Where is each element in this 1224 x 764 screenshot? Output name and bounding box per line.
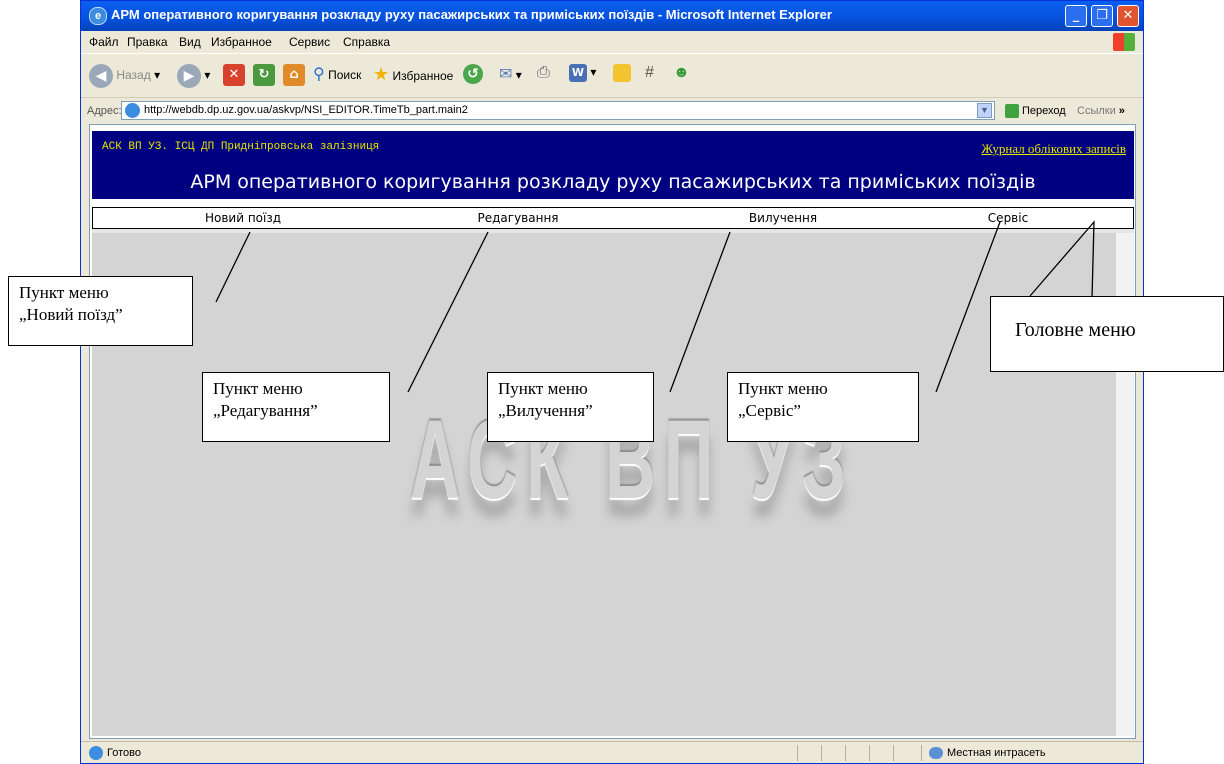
annotation-text: Пункт меню: [738, 379, 828, 398]
links-button[interactable]: Ссылки »: [1077, 105, 1125, 117]
hash-icon: #: [645, 64, 654, 81]
status-divider: [921, 745, 922, 761]
intranet-icon: [929, 747, 943, 760]
word-button[interactable]: W ▾: [569, 64, 596, 82]
zone-label: Местная интрасеть: [947, 747, 1046, 759]
annotation-new-train: Пункт меню „Новий поїзд”: [8, 276, 193, 346]
toolbar: ◀ Назад ▾ ▶ ▾ ✕ ↻ ⌂ ⚲ Поиск ★ Избранное …: [81, 53, 1143, 98]
links-label: Ссылки: [1077, 105, 1116, 117]
annotation-text: „Вилучення”: [498, 401, 593, 420]
back-button[interactable]: ◀ Назад ▾: [89, 64, 160, 88]
refresh-icon: ↻: [253, 64, 275, 86]
history-button[interactable]: ↺: [463, 64, 483, 84]
org-name: АСК ВП УЗ. ІСЦ ДП Придніпровська залізни…: [102, 141, 380, 153]
tool-button[interactable]: #: [645, 64, 654, 82]
window-title: АРМ оперативного коригування розкладу ру…: [111, 7, 832, 22]
status-divider: [821, 745, 822, 761]
forward-button[interactable]: ▶ ▾: [177, 64, 210, 88]
address-label: Адрес:: [87, 105, 122, 117]
page-header: АСК ВП УЗ. ІСЦ ДП Придніпровська залізни…: [92, 131, 1134, 199]
annotation-text: Пункт меню: [498, 379, 588, 398]
menu-item-service[interactable]: Сервіс: [988, 211, 1028, 225]
maximize-button[interactable]: ❐: [1091, 5, 1113, 27]
messenger-icon: ☻: [673, 64, 690, 81]
status-bar: Готово Местная интрасеть: [81, 741, 1143, 764]
annotation-text: „Сервіс”: [738, 401, 801, 420]
note-icon: [613, 64, 631, 82]
ie-logo-icon: e: [89, 7, 107, 25]
address-bar: Адрес: http://webdb.dp.uz.gov.ua/askvp/N…: [81, 97, 1143, 124]
status-divider: [797, 745, 798, 761]
go-button[interactable]: Переход: [1005, 104, 1066, 118]
app-title: АРМ оперативного коригування розкладу ру…: [190, 171, 1036, 193]
zone-indicator: Местная интрасеть: [929, 747, 1046, 760]
menu-view[interactable]: Вид: [179, 35, 201, 49]
title-bar: e АРМ оперативного коригування розкладу …: [81, 1, 1143, 31]
chevron-icon: »: [1118, 105, 1125, 117]
messenger-button[interactable]: ☻: [673, 64, 690, 82]
back-label: Назад: [116, 68, 151, 83]
back-arrow-icon: ◀: [89, 64, 113, 88]
status-divider: [845, 745, 846, 761]
annotation-text: „Новий поїзд”: [19, 305, 123, 324]
go-label: Переход: [1022, 104, 1066, 117]
menu-item-editing[interactable]: Редагування: [477, 211, 558, 225]
address-url: http://webdb.dp.uz.gov.ua/askvp/NSI_EDIT…: [144, 104, 468, 116]
status-divider: [869, 745, 870, 761]
favorites-button[interactable]: ★ Избранное: [373, 64, 453, 85]
address-dropdown-icon[interactable]: ▼: [977, 103, 992, 118]
address-input[interactable]: http://webdb.dp.uz.gov.ua/askvp/NSI_EDIT…: [121, 101, 995, 120]
search-icon: ⚲: [313, 66, 325, 83]
menu-item-new-train[interactable]: Новий поїзд: [205, 211, 281, 225]
work-area: АСК ВП УЗ: [92, 233, 1116, 736]
ie-page-icon: [89, 746, 103, 760]
annotation-removal: Пункт меню „Вилучення”: [487, 372, 654, 442]
stop-button[interactable]: ✕: [223, 64, 245, 86]
menu-tools[interactable]: Сервис: [289, 35, 330, 49]
notes-button[interactable]: [613, 64, 631, 82]
status-divider: [893, 745, 894, 761]
menu-file[interactable]: Файл: [89, 35, 119, 49]
page-icon: [125, 103, 140, 118]
refresh-button[interactable]: ↻: [253, 64, 275, 86]
annotation-service: Пункт меню „Сервіс”: [727, 372, 919, 442]
close-button[interactable]: ✕: [1117, 5, 1139, 27]
menu-favorites[interactable]: Избранное: [211, 35, 272, 49]
journal-link[interactable]: Журнал облікових записів: [981, 141, 1126, 157]
mail-button[interactable]: ✉ ▾: [499, 64, 522, 84]
search-button[interactable]: ⚲ Поиск: [313, 64, 361, 84]
main-menu: Новий поїзд Редагування Вилучення Сервіс: [92, 207, 1134, 229]
print-icon: ⎙: [537, 64, 550, 81]
history-icon: ↺: [463, 64, 483, 84]
annotation-text: Пункт меню: [213, 379, 303, 398]
menu-item-removal[interactable]: Вилучення: [749, 211, 817, 225]
print-button[interactable]: ⎙: [537, 64, 550, 82]
forward-arrow-icon: ▶: [177, 64, 201, 88]
favorites-label: Избранное: [392, 69, 454, 83]
search-label: Поиск: [328, 68, 362, 82]
windows-logo-icon: [1113, 33, 1135, 51]
annotation-editing: Пункт меню „Редагування”: [202, 372, 390, 442]
word-icon: W: [569, 64, 587, 82]
annotation-text: Головне меню: [1015, 319, 1136, 341]
star-icon: ★: [373, 64, 390, 84]
home-button[interactable]: ⌂: [283, 64, 305, 86]
annotation-text: Пункт меню: [19, 283, 109, 302]
annotation-main-menu: Головне меню: [990, 296, 1224, 372]
annotation-text: „Редагування”: [213, 401, 318, 420]
stop-icon: ✕: [223, 64, 245, 86]
menu-edit[interactable]: Правка: [127, 35, 168, 49]
menu-bar: Файл Правка Вид Избранное Сервис Справка: [81, 31, 1143, 53]
minimize-button[interactable]: _: [1065, 5, 1087, 27]
status-text: Готово: [107, 747, 141, 759]
mail-icon: ✉: [499, 66, 513, 83]
home-icon: ⌂: [283, 64, 305, 86]
menu-help[interactable]: Справка: [343, 35, 390, 49]
go-arrow-icon: [1005, 104, 1019, 118]
